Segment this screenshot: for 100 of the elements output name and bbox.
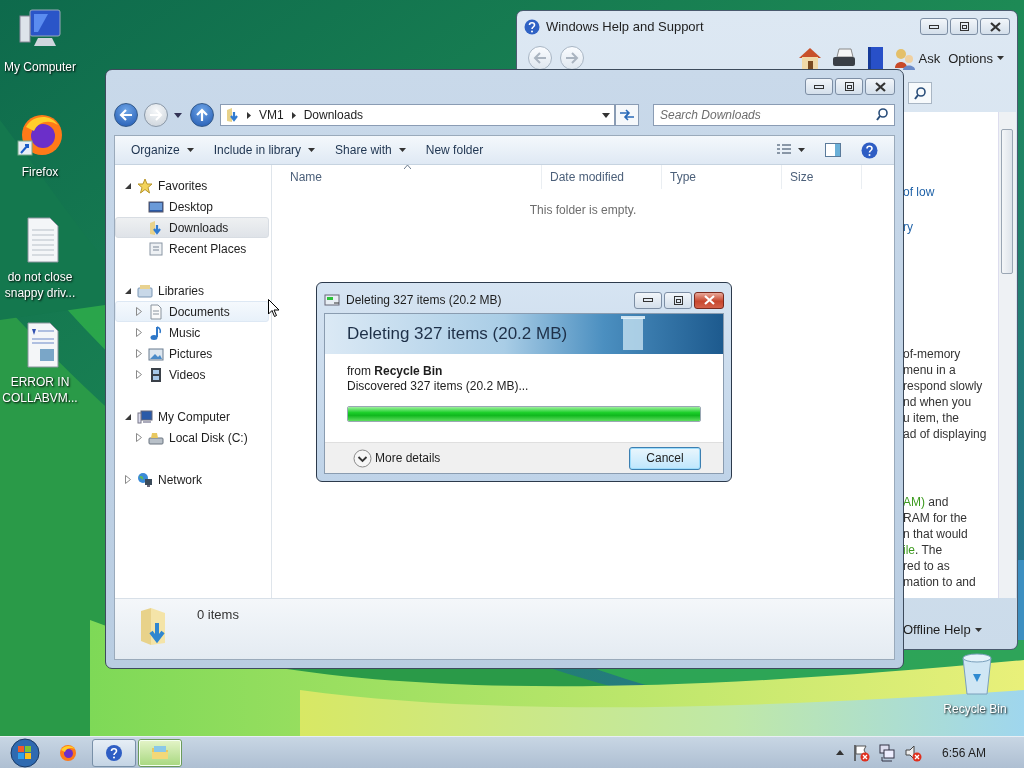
toolbar-button[interactable]: Include in library <box>205 138 324 162</box>
icon-label: ERROR IN COLLABVM... <box>1 374 79 406</box>
nav-item[interactable]: Network <box>115 469 269 490</box>
chevron-icon <box>247 111 251 119</box>
status-text: Discovered 327 items (20.2 MB)... <box>347 379 530 394</box>
close-button[interactable] <box>865 78 895 95</box>
expand-arrow-icon[interactable] <box>123 474 133 485</box>
speaker-icon <box>903 743 922 762</box>
people-icon <box>892 46 915 70</box>
caret-icon <box>835 750 844 755</box>
minimize-button[interactable] <box>805 78 833 95</box>
nav-item[interactable]: Favorites <box>115 175 269 196</box>
maximize-button[interactable] <box>664 291 692 309</box>
caret-icon <box>174 112 182 118</box>
left-arrow-icon <box>119 109 133 121</box>
maximize-icon <box>844 82 854 91</box>
nav-item[interactable]: Pictures <box>115 343 269 364</box>
caret-icon <box>974 627 982 632</box>
address-bar[interactable]: VM1 Downloads <box>220 104 615 126</box>
help-text-line: AM) and <box>903 494 950 510</box>
minimize-button[interactable] <box>920 18 948 35</box>
help-text-line: ile. The <box>903 542 944 558</box>
nav-item[interactable]: Music <box>115 322 269 343</box>
nav-item[interactable]: Downloads <box>115 217 269 238</box>
up-button[interactable] <box>190 103 214 127</box>
back-button[interactable] <box>114 103 138 127</box>
help-text-line: u item, the <box>903 410 961 426</box>
expand-arrow-icon[interactable] <box>134 348 144 359</box>
icon-label: do not close snappy driv... <box>3 269 77 301</box>
libraries-icon <box>137 282 153 299</box>
nav-item[interactable]: Documents <box>115 301 269 322</box>
help-text-line: of-memory <box>903 346 962 362</box>
search-field[interactable]: Search Downloads <box>653 104 895 126</box>
caret-icon <box>997 56 1004 60</box>
item-count: 0 items <box>197 607 239 622</box>
close-icon <box>703 295 715 305</box>
more-details-button[interactable]: More details <box>353 448 441 468</box>
help-text-line: nd when you <box>903 394 973 410</box>
breadcrumb-item[interactable]: Downloads <box>301 108 366 122</box>
show-hidden-icons-button[interactable] <box>835 750 844 755</box>
column-header[interactable]: Date modified <box>542 165 662 189</box>
icon-label: My Computer <box>3 59 77 75</box>
minimize-button[interactable] <box>634 291 662 309</box>
offline-help-menu[interactable]: Offline Help <box>903 622 982 637</box>
nav-item[interactable]: Desktop <box>115 196 269 217</box>
column-header[interactable]: Name <box>282 165 542 189</box>
nav-item[interactable]: Recent Places <box>115 238 269 259</box>
close-button[interactable] <box>980 18 1010 35</box>
help-text-line: of low <box>903 184 936 200</box>
left-arrow-icon <box>533 52 547 64</box>
maximize-button[interactable] <box>950 18 978 35</box>
help-text-line: respond slowly <box>903 378 984 394</box>
nav-item[interactable]: Libraries <box>115 280 269 301</box>
document-icon <box>148 303 164 320</box>
downloads-folder-icon <box>148 219 164 236</box>
toolbar-button[interactable]: Share with <box>327 138 414 162</box>
scrollbar[interactable] <box>998 112 1016 598</box>
close-button[interactable] <box>694 291 724 309</box>
nav-item[interactable]: Videos <box>115 364 269 385</box>
star-icon <box>137 177 153 194</box>
taskbar-button[interactable] <box>92 738 136 767</box>
pictures-icon <box>148 345 164 362</box>
toolbar-button[interactable]: New folder <box>417 138 492 162</box>
recent-pages-button[interactable] <box>174 112 184 118</box>
chevron-icon <box>291 111 296 119</box>
computer-icon <box>137 408 153 425</box>
expand-arrow-icon[interactable] <box>134 306 144 317</box>
print-button[interactable] <box>830 47 857 69</box>
ask-button[interactable]: Ask <box>892 46 941 70</box>
options-menu[interactable]: Options <box>948 50 1004 66</box>
column-header[interactable]: Size <box>782 165 862 189</box>
search-icon <box>876 108 888 121</box>
right-arrow-icon <box>565 52 579 64</box>
expand-arrow-icon[interactable] <box>134 369 144 380</box>
help-text-line: RAM for the <box>903 510 969 526</box>
icon-label: Recycle Bin <box>942 701 1008 717</box>
cancel-button[interactable]: Cancel <box>629 446 701 470</box>
progress-window-icon <box>324 293 340 307</box>
taskbar-button[interactable] <box>138 738 182 767</box>
maximize-button[interactable] <box>835 78 863 95</box>
help-text-line: ad of displaying <box>903 426 988 442</box>
recycle-bin-icon <box>621 316 645 352</box>
refresh-button[interactable] <box>615 104 639 126</box>
breadcrumb-item[interactable]: VM1 <box>257 108 286 122</box>
search-button[interactable] <box>908 82 932 104</box>
film-icon <box>148 366 164 383</box>
downloads-folder-icon <box>225 107 241 123</box>
expand-arrow-icon[interactable] <box>134 432 144 443</box>
nav-item[interactable]: Local Disk (C:) <box>115 427 269 448</box>
close-icon <box>874 81 886 92</box>
help-icon <box>524 18 540 35</box>
expand-arrow-icon[interactable] <box>134 327 144 338</box>
minimize-icon <box>643 298 653 302</box>
nav-item[interactable]: My Computer <box>115 406 269 427</box>
clock[interactable]: 6:56 AM <box>941 745 986 760</box>
up-arrow-icon <box>196 108 208 122</box>
toolbar-button[interactable]: Organize <box>123 138 202 162</box>
network-icon <box>137 471 153 488</box>
column-header[interactable]: Type <box>662 165 782 189</box>
help-text-line: n that would <box>903 526 969 542</box>
